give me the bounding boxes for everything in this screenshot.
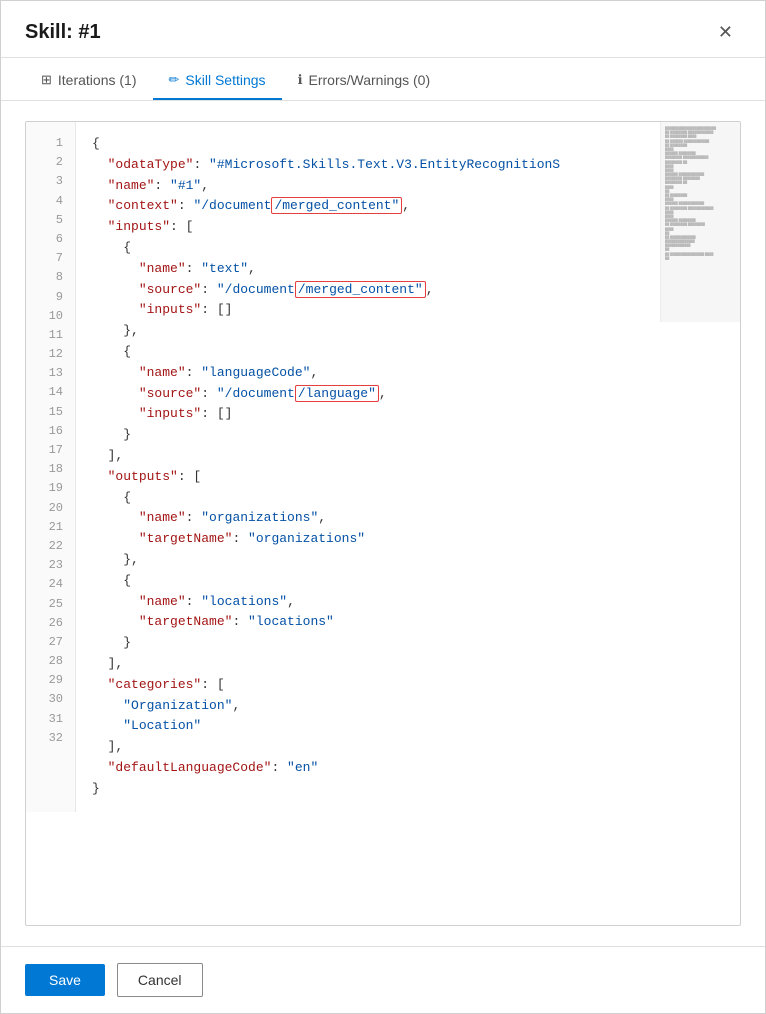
- tab-bar: ⊞ Iterations (1) ✏ Skill Settings ℹ Erro…: [1, 62, 765, 101]
- modal-header: Skill: #1 ✕: [1, 1, 765, 58]
- cancel-button[interactable]: Cancel: [117, 963, 203, 997]
- code-content[interactable]: { "odataType": "#Microsoft.Skills.Text.V…: [76, 122, 740, 812]
- skill-modal: Skill: #1 ✕ ⊞ Iterations (1) ✏ Skill Set…: [0, 0, 766, 1014]
- iterations-icon: ⊞: [41, 72, 52, 88]
- tab-skill-settings[interactable]: ✏ Skill Settings: [153, 62, 282, 100]
- modal-footer: Save Cancel: [1, 946, 765, 1013]
- close-button[interactable]: ✕: [710, 19, 741, 45]
- modal-title: Skill: #1: [25, 21, 101, 44]
- code-editor[interactable]: 1234567891011121314151617181920212223242…: [25, 121, 741, 926]
- tab-errors-warnings[interactable]: ℹ Errors/Warnings (0): [282, 62, 447, 100]
- minimap: ████████████████████████ ██ ████████ ███…: [660, 122, 740, 322]
- skill-settings-icon: ✏: [169, 72, 180, 88]
- tab-iterations[interactable]: ⊞ Iterations (1): [25, 62, 153, 100]
- save-button[interactable]: Save: [25, 964, 105, 996]
- line-numbers: 1234567891011121314151617181920212223242…: [26, 122, 76, 812]
- errors-icon: ℹ: [298, 72, 303, 88]
